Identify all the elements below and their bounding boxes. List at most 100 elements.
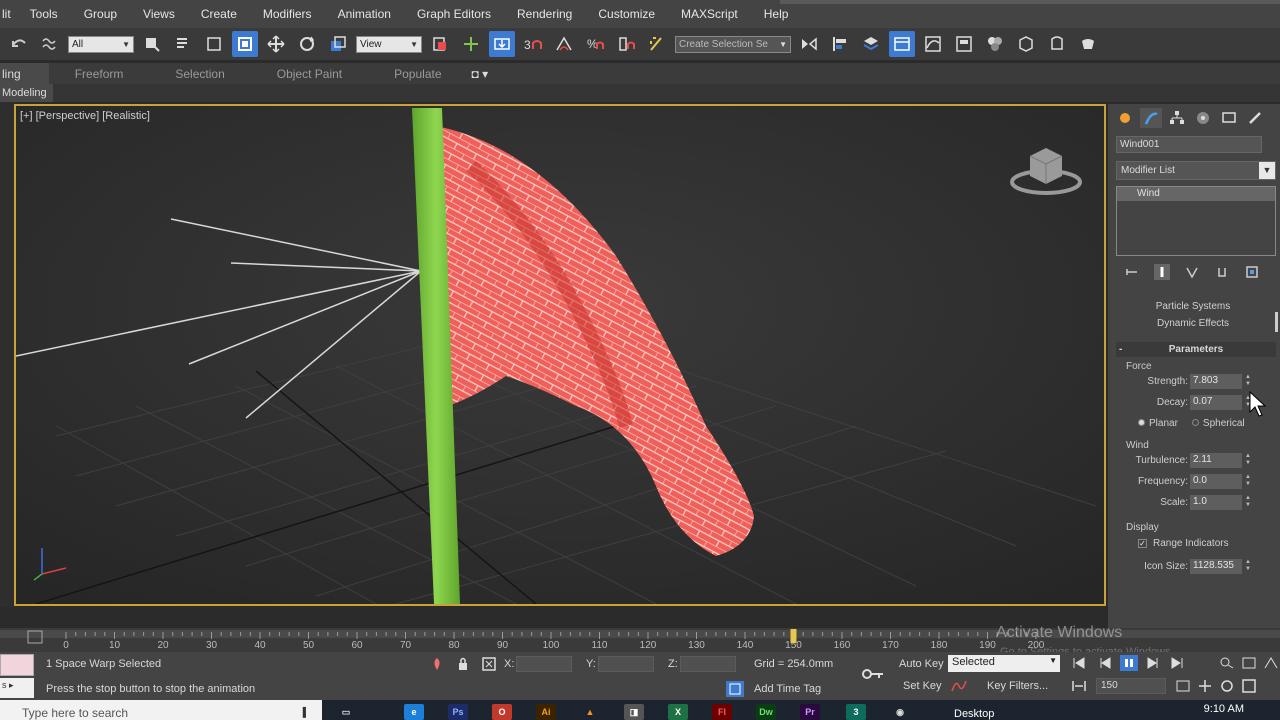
keyboard-shortcut-override-icon[interactable]	[489, 31, 515, 57]
pivot-center-icon[interactable]	[427, 31, 453, 57]
current-frame-field[interactable]: 150	[1096, 678, 1166, 694]
perspective-viewport[interactable]: [+] [Perspective] [Realistic]	[14, 104, 1106, 606]
selection-filter-dropdown[interactable]: All ▼	[68, 35, 134, 53]
tab-populate[interactable]: Populate	[368, 67, 467, 81]
spherical-radio[interactable]: Spherical	[1191, 418, 1245, 429]
tab-freeform[interactable]: Freeform	[49, 67, 150, 81]
flash-icon[interactable]: Fl	[712, 704, 732, 720]
render-setup-icon[interactable]	[1013, 31, 1039, 57]
dreamweaver-icon[interactable]: Dw	[756, 704, 776, 720]
opera-icon[interactable]: O	[492, 704, 512, 720]
photoshop-icon[interactable]: Ps	[448, 704, 468, 720]
align-icon[interactable]	[827, 31, 853, 57]
maximize-viewport-icon[interactable]	[1240, 678, 1258, 694]
menu-graph-editors[interactable]: Graph Editors	[404, 7, 504, 21]
menu-animation[interactable]: Animation	[325, 7, 404, 21]
key-filters-button[interactable]: Key Filters...	[987, 680, 1048, 692]
parameters-rollout-header[interactable]: - Parameters	[1116, 342, 1276, 357]
material-editor-icon[interactable]	[982, 31, 1008, 57]
3dsmax-icon[interactable]: 3	[846, 704, 866, 720]
absolute-mode-icon[interactable]	[480, 656, 498, 672]
menu-help[interactable]: Help	[751, 7, 802, 21]
time-configuration-icon[interactable]	[1174, 678, 1192, 694]
stop-icon[interactable]	[1120, 655, 1138, 671]
premiere-icon[interactable]: Pr	[800, 704, 820, 720]
spinner-snap-icon[interactable]	[613, 31, 639, 57]
go-to-end-icon[interactable]	[1168, 655, 1186, 671]
schematic-view-icon[interactable]	[951, 31, 977, 57]
menu-create[interactable]: Create	[188, 7, 250, 21]
zoom-icon[interactable]	[1218, 655, 1236, 671]
tab-modeling[interactable]: ling	[0, 62, 49, 85]
next-frame-icon[interactable]	[1144, 655, 1162, 671]
taskbar-search-box[interactable]: Type here to search	[0, 700, 322, 720]
illustrator-icon[interactable]: Ai	[536, 704, 556, 720]
maxscript-mini-output[interactable]: s ▸	[0, 678, 34, 698]
reference-coordinate-dropdown[interactable]: View ▼	[356, 35, 422, 53]
key-mode-dropdown[interactable]: Selected ▼	[948, 655, 1060, 672]
move-icon[interactable]	[263, 31, 289, 57]
modifier-stack-item[interactable]: Wind	[1117, 187, 1275, 201]
spinner-arrows-icon[interactable]: ▲ ▼	[1245, 474, 1253, 488]
undo-icon[interactable]	[6, 31, 32, 57]
motion-panel-icon[interactable]	[1192, 108, 1214, 128]
decay-spinner[interactable]: 0.07	[1190, 395, 1242, 410]
hierarchy-panel-icon[interactable]	[1166, 108, 1188, 128]
lock-selection-icon[interactable]	[454, 656, 472, 672]
desktop-toolbar[interactable]: Desktop	[954, 708, 994, 720]
show-end-result-icon[interactable]	[1154, 264, 1170, 280]
rotate-icon[interactable]	[294, 31, 320, 57]
x-coordinate-field[interactable]	[516, 656, 572, 672]
chrome-icon[interactable]: ◉	[890, 704, 910, 720]
menu-group[interactable]: Group	[71, 7, 130, 21]
create-panel-icon[interactable]	[1114, 108, 1136, 128]
rendered-frame-window-icon[interactable]	[1044, 31, 1070, 57]
previous-frame-icon[interactable]	[1096, 655, 1114, 671]
edit-named-selection-icon[interactable]	[644, 31, 670, 57]
percent-snap-icon[interactable]: %	[582, 31, 608, 57]
select-by-name-icon[interactable]	[170, 31, 196, 57]
spinner-arrows-icon[interactable]: ▲ ▼	[1245, 374, 1253, 388]
window-crossing-icon[interactable]	[232, 31, 258, 57]
angle-snap-icon[interactable]	[551, 31, 577, 57]
menu-customize[interactable]: Customize	[585, 7, 668, 21]
layer-explorer-icon[interactable]	[858, 31, 884, 57]
modifier-list-dropdown[interactable]: Modifier List ▼	[1116, 161, 1276, 180]
range-indicators-checkbox[interactable]: ✓ Range Indicators	[1108, 533, 1280, 553]
add-time-tag-button[interactable]: Add Time Tag	[754, 683, 821, 695]
configure-modifier-sets-icon[interactable]	[1244, 264, 1260, 280]
y-coordinate-field[interactable]	[598, 656, 654, 672]
menu-views[interactable]: Views	[130, 7, 188, 21]
maxscript-listener-mini[interactable]	[0, 654, 34, 676]
rectangle-region-icon[interactable]	[201, 31, 227, 57]
frequency-spinner[interactable]: 0.0	[1190, 474, 1242, 489]
select-object-icon[interactable]	[139, 31, 165, 57]
auto-key-button[interactable]: Auto Key	[899, 658, 944, 670]
edge-icon[interactable]: e	[404, 704, 424, 720]
scale-spinner[interactable]: 1.0	[1190, 495, 1242, 510]
menu-rendering[interactable]: Rendering	[504, 7, 585, 21]
store-icon[interactable]: ◨	[624, 704, 644, 720]
key-curve-icon[interactable]	[950, 678, 968, 694]
tab-object-paint[interactable]: Object Paint	[251, 67, 368, 81]
mirror-icon[interactable]	[796, 31, 822, 57]
viewcube[interactable]	[1008, 142, 1084, 198]
make-unique-icon[interactable]	[1184, 264, 1200, 280]
vlc-icon[interactable]: ▲	[580, 704, 600, 720]
scene-explorer-icon[interactable]	[889, 31, 915, 57]
snaps-toggle-icon[interactable]: 3	[520, 31, 546, 57]
category-particle-systems[interactable]: Particle Systems	[1112, 298, 1274, 315]
orbit-icon[interactable]	[1218, 678, 1236, 694]
select-manipulate-icon[interactable]	[458, 31, 484, 57]
turbulence-spinner[interactable]: 2.11	[1190, 453, 1242, 468]
named-selection-dropdown[interactable]: Create Selection Se ▼	[675, 35, 791, 53]
command-panel-scrollbar[interactable]	[1275, 312, 1278, 332]
strength-spinner[interactable]: 7.803	[1190, 374, 1242, 389]
object-name-field[interactable]: Wind001	[1116, 136, 1262, 153]
spinner-arrows-icon[interactable]: ▲ ▼	[1245, 495, 1253, 509]
menu-maxscript[interactable]: MAXScript	[668, 7, 751, 21]
planar-radio[interactable]: Planar	[1138, 418, 1178, 429]
set-key-icon[interactable]	[860, 666, 886, 682]
menu-edit[interactable]: lit	[2, 7, 17, 21]
remove-modifier-icon[interactable]	[1214, 264, 1230, 280]
